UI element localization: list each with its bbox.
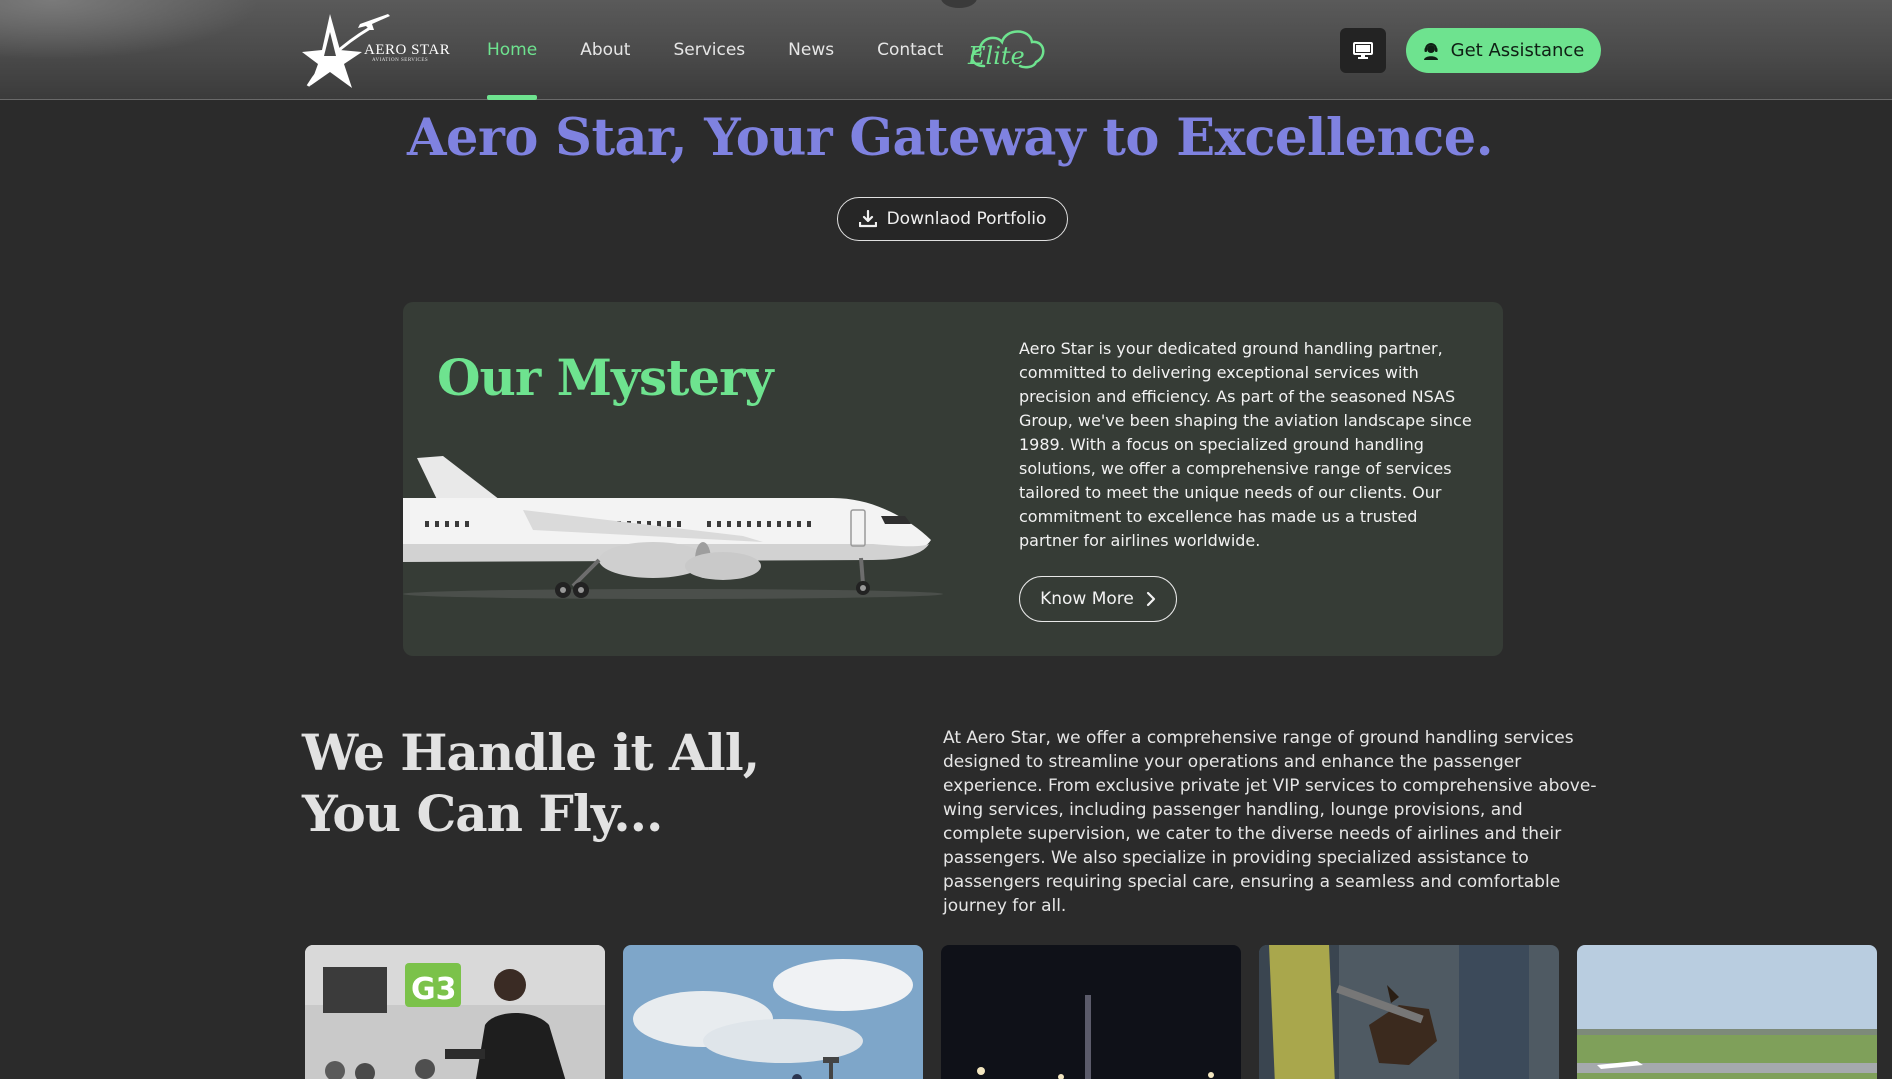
nav-services-label: Services: [673, 40, 746, 60]
nav-contact[interactable]: Contact: [877, 0, 943, 100]
gallery-image-gate-agent[interactable]: G3: [305, 945, 605, 1079]
know-more-button[interactable]: Know More: [1019, 576, 1177, 622]
mystery-card: Our Mystery Aero Star is your dedicated …: [403, 302, 1503, 656]
gallery-image-runway[interactable]: [1577, 945, 1877, 1079]
download-icon: [858, 210, 877, 228]
nav-home-label: Home: [487, 40, 538, 60]
main-nav: Home About Services News Contact: [487, 0, 986, 100]
chevron-right-icon: [1146, 591, 1155, 607]
nav-news[interactable]: News: [788, 0, 834, 100]
mystery-description: Aero Star is your dedicated ground handl…: [1019, 339, 1472, 550]
download-portfolio-button[interactable]: Downlaod Portfolio: [837, 197, 1068, 241]
aero-star-logo[interactable]: AERO STAR AVIATION SERVICES: [300, 6, 450, 94]
logo-subtitle: AVIATION SERVICES: [372, 58, 429, 63]
logo-title: AERO STAR: [364, 42, 451, 58]
gallery-image-security-k9[interactable]: [1259, 945, 1559, 1079]
handle-description: At Aero Star, we offer a comprehensive r…: [943, 728, 1597, 916]
nav-contact-label: Contact: [877, 40, 944, 60]
hero-title: Aero Star, Your Gateway to Excellence.: [406, 108, 1494, 168]
site-header: AERO STAR AVIATION SERVICES Home About S…: [0, 0, 1892, 100]
gallery-image-night-airport[interactable]: [941, 945, 1241, 1079]
display-mode-button[interactable]: [1340, 28, 1386, 73]
airplane-image: [403, 456, 943, 599]
download-portfolio-label: Downlaod Portfolio: [886, 209, 1047, 229]
monitor-icon: [1353, 41, 1373, 59]
nav-home[interactable]: Home: [487, 0, 538, 100]
get-assistance-label: Get Assistance: [1450, 40, 1585, 61]
handle-title-line1: We Handle it All,: [302, 723, 760, 782]
support-agent-icon: [1423, 42, 1438, 60]
elite-logo[interactable]: Elite: [964, 26, 1048, 74]
know-more-label: Know More: [1040, 589, 1134, 609]
elite-text: Elite: [967, 42, 1025, 70]
nav-about[interactable]: About: [580, 0, 630, 100]
handle-title: We Handle it All, You Can Fly...: [302, 722, 862, 844]
nav-news-label: News: [788, 40, 835, 60]
active-indicator: [487, 95, 538, 100]
nav-about-label: About: [580, 40, 631, 60]
nav-services[interactable]: Services: [673, 0, 745, 100]
gallery-image-control-tower[interactable]: [623, 945, 923, 1079]
gate-sign-text: G3: [411, 972, 457, 1007]
get-assistance-button[interactable]: Get Assistance: [1406, 28, 1601, 73]
cloud-icon: Elite: [967, 30, 1045, 70]
handle-title-line2: You Can Fly...: [302, 784, 663, 843]
mystery-title: Our Mystery: [437, 348, 774, 407]
